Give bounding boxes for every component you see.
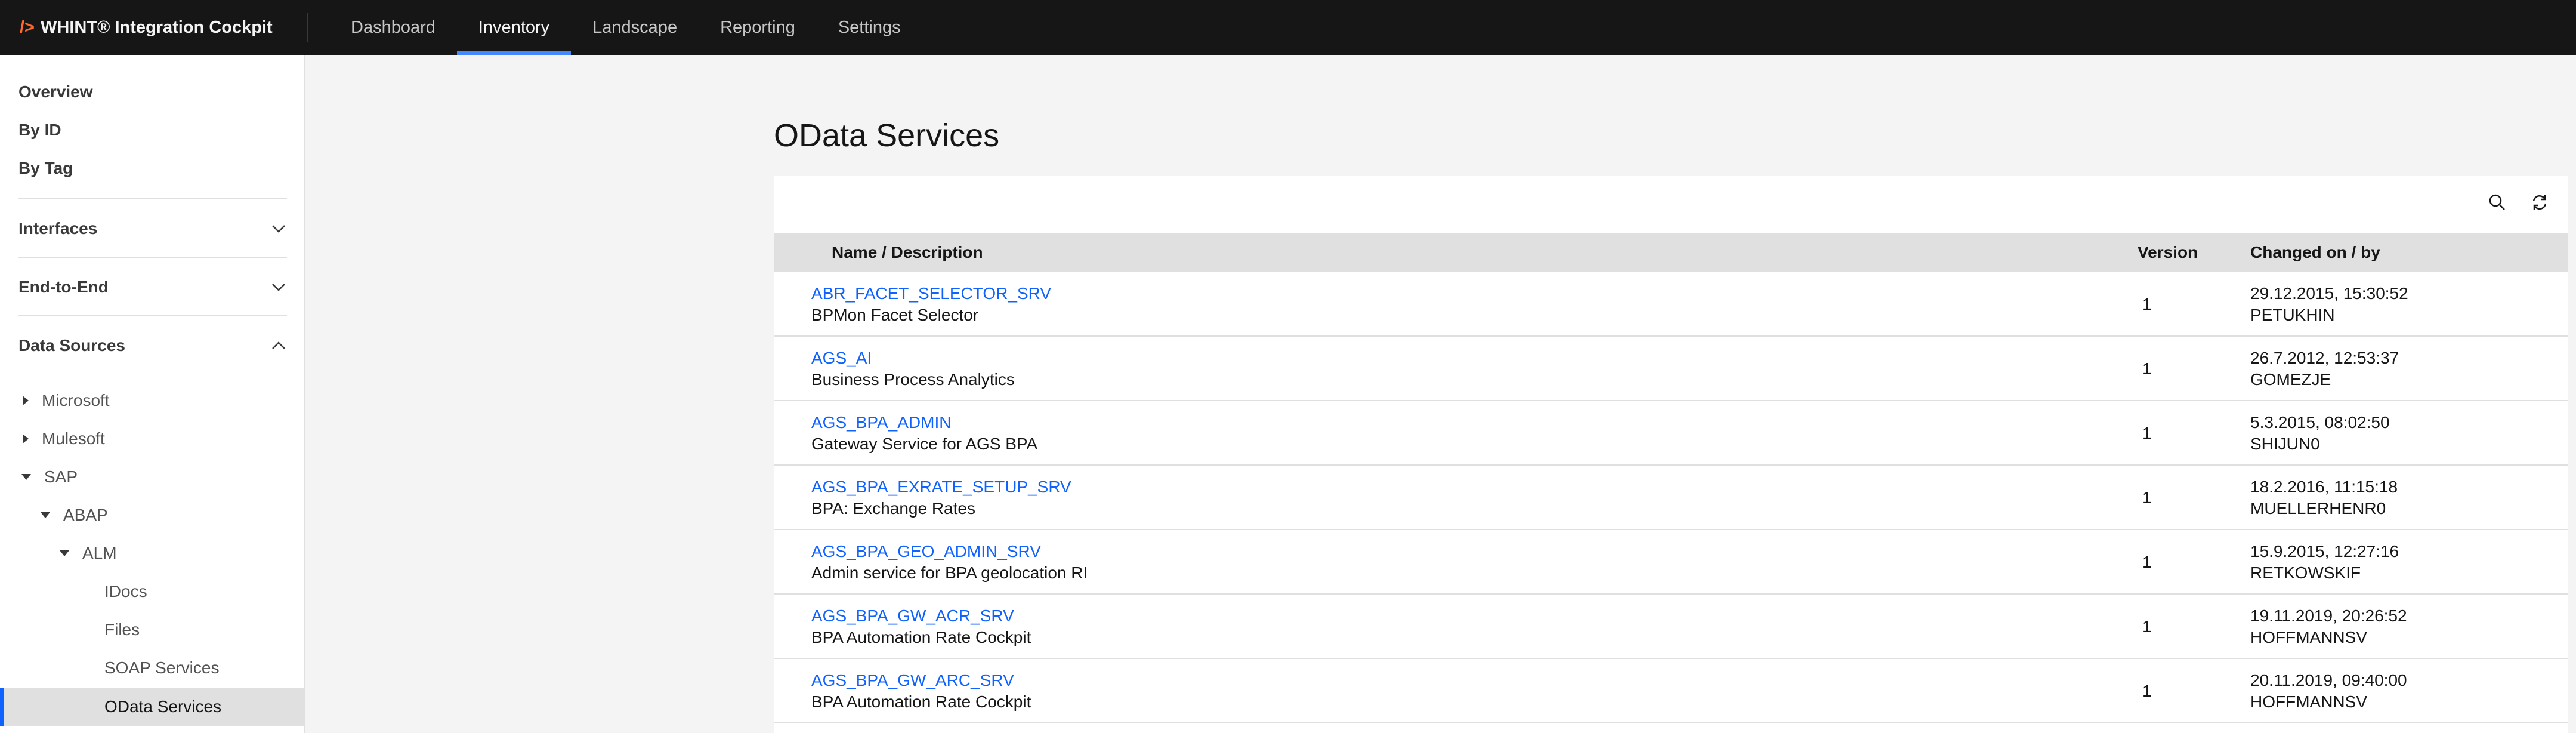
service-link[interactable]: ABR_FACET_SELECTOR_SRV [811,283,1051,304]
sidebar-divider [18,315,287,316]
changed-by: HOFFMANNSV [2250,628,2367,646]
caret-down-icon [21,474,31,480]
nav-inventory[interactable]: Inventory [456,0,572,55]
sidebar-link-by-tag[interactable]: By Tag [18,159,73,178]
service-description: BPA Automation Rate Cockpit [811,628,1031,646]
service-description: Admin service for BPA geolocation RI [811,563,1088,582]
table-row: AGS_BPA_EXRATE_SETUP_SRV BPA: Exchange R… [774,466,2568,530]
changed-by: MUELLERHENR0 [2250,499,2386,518]
changed-by: HOFFMANNSV [2250,692,2367,711]
data-table: Name / Description Version Changed on / … [774,176,2568,733]
table-header: Name / Description Version Changed on / … [774,233,2568,272]
service-version: 1 [2142,617,2152,636]
nav-settings[interactable]: Settings [817,0,922,55]
table-row: AGS_BPA_GW_ARC_SRV BPA Automation Rate C… [774,659,2568,723]
service-version: 1 [2142,359,2152,378]
table-row: AGS_BPA_ADMIN Gateway Service for AGS BP… [774,401,2568,466]
changed-on: 26.7.2012, 12:53:37 [2250,349,2399,367]
nav-landscape[interactable]: Landscape [571,0,699,55]
tree-item-mulesoft[interactable]: Mulesoft [23,421,105,457]
changed-by: PETUKHIN [2250,306,2335,324]
tree-label: SAP [44,467,78,486]
chevron-up-icon [270,337,287,354]
chevron-down-icon [270,220,287,237]
column-header-changed[interactable]: Changed on / by [2250,233,2380,272]
tree-item-odata-services[interactable]: OData Services [104,689,221,725]
section-label: Interfaces [18,219,98,238]
app-title: WHINT® Integration Cockpit [41,17,273,37]
caret-down-icon [41,512,50,518]
column-header-version[interactable]: Version [2138,233,2198,272]
service-version: 1 [2142,424,2152,442]
changed-on: 5.3.2015, 08:02:50 [2250,413,2390,432]
caret-right-icon [23,396,29,405]
sidebar-section-data-sources[interactable]: Data Sources [18,328,287,364]
chevron-down-icon [270,279,287,295]
changed-on: 20.11.2019, 09:40:00 [2250,671,2407,689]
table-row: AGS_AI Business Process Analytics 1 26.7… [774,337,2568,401]
section-label: End-to-End [18,278,109,296]
tree-item-sap[interactable]: SAP [21,459,78,495]
sidebar-divider [18,257,287,258]
service-link[interactable]: AGS_BPA_GW_ACR_SRV [811,605,1031,627]
tree-item-microsoft[interactable]: Microsoft [23,383,110,418]
top-bar: /> WHINT® Integration Cockpit Dashboard … [0,0,2576,55]
changed-on: 15.9.2015, 12:27:16 [2250,542,2399,560]
tree-label: ABAP [63,506,108,524]
service-description: Business Process Analytics [811,370,1015,389]
app-brand[interactable]: /> WHINT® Integration Cockpit [20,0,273,55]
section-label: Data Sources [18,336,125,355]
changed-by: SHIJUN0 [2250,435,2320,453]
main-nav: Dashboard Inventory Landscape Reporting … [329,0,922,55]
logo-icon: /> [20,17,35,37]
changed-by: RETKOWSKIF [2250,563,2361,582]
changed-by: GOMEZJE [2250,370,2331,389]
changed-on: 18.2.2016, 11:15:18 [2250,478,2398,496]
changed-on: 29.12.2015, 15:30:52 [2250,284,2408,303]
tree-label: ALM [82,544,117,562]
caret-right-icon [23,434,29,444]
refresh-icon[interactable] [2528,190,2552,214]
service-link[interactable]: AGS_BPA_GEO_ADMIN_SRV [811,541,1088,562]
table-row: AGS_BPA_GEO_ADMIN_SRV Admin service for … [774,530,2568,595]
tree-item-idocs[interactable]: IDocs [104,574,147,609]
tree-item-files[interactable]: Files [104,612,140,648]
service-link[interactable]: AGS_BPA_GW_ARC_SRV [811,670,1031,691]
selected-item-indicator [0,688,4,726]
column-header-name[interactable]: Name / Description [832,233,983,272]
service-link[interactable]: AGS_BPA_EXRATE_SETUP_SRV [811,476,1071,498]
table-row: ABR_FACET_SELECTOR_SRV BPMon Facet Selec… [774,272,2568,337]
service-description: Gateway Service for AGS BPA [811,435,1038,453]
table-row: AGS_BPA_GW_ACR_SRV BPA Automation Rate C… [774,595,2568,659]
service-version: 1 [2142,553,2152,571]
sidebar-link-overview[interactable]: Overview [18,82,93,101]
service-version: 1 [2142,488,2152,507]
sidebar-section-interfaces[interactable]: Interfaces [18,211,287,247]
changed-on: 19.11.2019, 20:26:52 [2250,606,2407,625]
tree-label: Microsoft [42,391,110,409]
page-title: OData Services [774,118,1000,154]
nav-reporting[interactable]: Reporting [699,0,817,55]
service-version: 1 [2142,295,2152,313]
sidebar-divider [18,198,287,199]
search-icon[interactable] [2485,190,2509,214]
sidebar-section-end-to-end[interactable]: End-to-End [18,269,287,305]
service-description: BPA: Exchange Rates [811,499,975,518]
service-description: BPA Automation Rate Cockpit [811,692,1031,711]
brand-divider [307,13,308,42]
tree-label: Mulesoft [42,429,105,448]
service-link[interactable]: AGS_AI [811,347,1015,369]
service-version: 1 [2142,682,2152,700]
service-description: BPMon Facet Selector [811,306,979,324]
sidebar-link-by-id[interactable]: By ID [18,121,61,140]
sidebar: Overview By ID By Tag Interfaces End-to-… [0,55,305,733]
nav-dashboard[interactable]: Dashboard [329,0,457,55]
service-link[interactable]: AGS_BPA_ADMIN [811,412,1037,433]
tree-item-abap[interactable]: ABAP [41,497,108,533]
tree-item-alm[interactable]: ALM [60,535,117,571]
tree-item-soap-services[interactable]: SOAP Services [104,650,219,686]
caret-down-icon [60,550,69,556]
